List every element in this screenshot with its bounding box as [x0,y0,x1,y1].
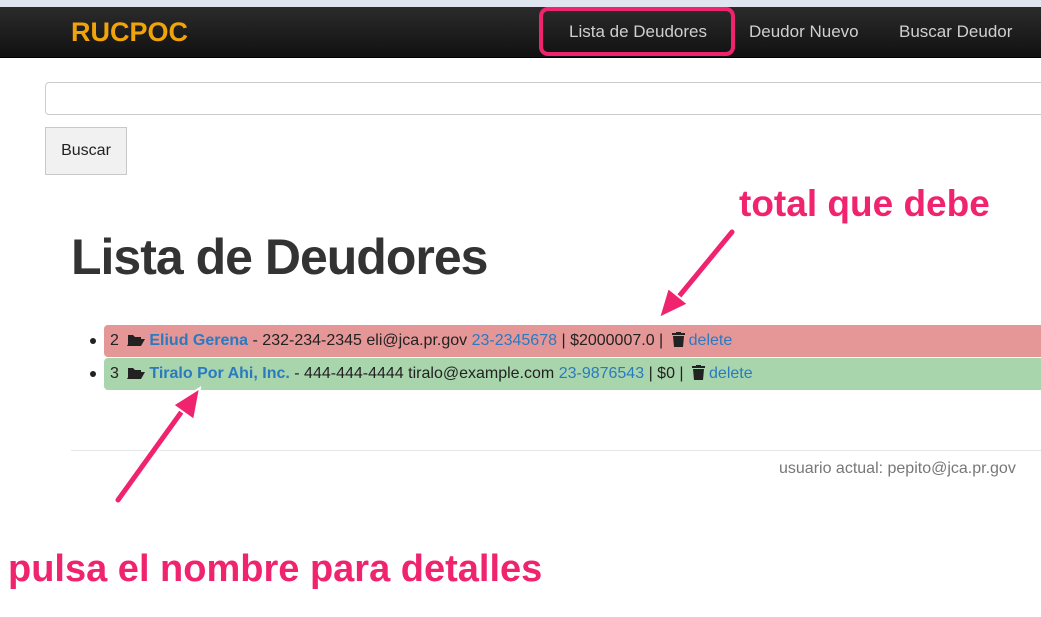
arrow-to-total [657,227,737,320]
annotation-pulsa: pulsa el nombre para detalles [8,548,543,590]
arrow-to-name [113,385,202,505]
annotation-total: total que debe [739,183,990,224]
annotation-arrows [113,227,737,505]
